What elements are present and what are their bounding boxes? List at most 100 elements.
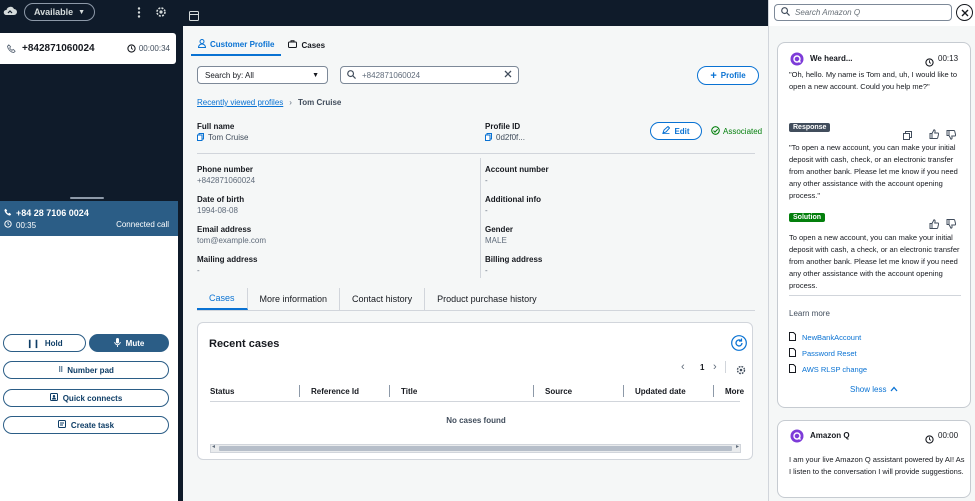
link-aws-rlsp-change[interactable]: AWS RLSP change <box>789 364 867 375</box>
show-less-button[interactable]: Show less <box>850 385 898 394</box>
search-icon <box>347 69 356 81</box>
incoming-call-card[interactable]: +842871060024 00:00:34 <box>0 33 176 64</box>
page-number[interactable]: 1 <box>700 363 704 372</box>
associated-label: Associated <box>723 127 763 136</box>
tab-customer-profile[interactable]: Customer Profile <box>191 34 282 56</box>
edit-button[interactable]: Edit <box>650 122 702 140</box>
tab-contact-history[interactable]: Contact history <box>340 288 426 310</box>
field-label: Account number <box>485 165 549 174</box>
create-task-button[interactable]: Create task <box>3 416 169 434</box>
amazon-q-search-input[interactable]: Search Amazon Q <box>774 4 952 21</box>
recent-cases-panel: Recent cases ‹ 1 › Status Reference Id T… <box>197 322 753 460</box>
column-header-source[interactable]: Source <box>545 387 572 396</box>
settings-icon[interactable] <box>736 362 746 380</box>
tab-label: Customer Profile <box>210 39 275 49</box>
link-label: AWS RLSP change <box>802 365 868 374</box>
mute-button[interactable]: Mute <box>89 334 169 352</box>
column-header-title[interactable]: Title <box>401 387 417 396</box>
breadcrumb-current: Tom Cruise <box>297 98 342 107</box>
column-header-updated-date[interactable]: Updated date <box>635 387 686 396</box>
additional-info-field: Additional info - <box>485 195 541 215</box>
column-resizer[interactable] <box>713 385 714 397</box>
edit-label: Edit <box>674 126 690 136</box>
tab-cases-detail[interactable]: Cases <box>197 288 248 310</box>
status-dropdown[interactable]: Available ▼ <box>24 3 95 21</box>
clear-icon[interactable] <box>504 70 512 80</box>
profile-id-value: 0d2f0f... <box>496 133 525 142</box>
column-resizer[interactable] <box>299 385 300 397</box>
number-pad-button[interactable]: ⠿ Number pad <box>3 361 169 379</box>
email-field: Email address tom@example.com <box>197 225 266 245</box>
tab-more-information[interactable]: More information <box>248 288 341 310</box>
add-profile-button[interactable]: + Profile <box>697 66 759 85</box>
column-header-status[interactable]: Status <box>210 387 234 396</box>
link-new-bank-account[interactable]: NewBankAccount <box>789 332 861 343</box>
ccp-top-area: Available ▼ +842871060024 00:00:34 <box>0 0 178 196</box>
tab-label: Cases <box>301 40 326 50</box>
link-password-reset[interactable]: Password Reset <box>789 348 857 359</box>
dob-field: Date of birth 1994-08-08 <box>197 195 244 215</box>
previous-page-icon[interactable]: ‹ <box>681 361 685 373</box>
tab-cases[interactable]: Cases <box>281 34 332 56</box>
search-placeholder: Search Amazon Q <box>795 8 861 17</box>
customer-profile-app: Customer Profile Cases Search by: All ▼ … <box>183 0 768 501</box>
copy-icon[interactable] <box>197 133 204 143</box>
field-label: Mailing address <box>197 255 258 264</box>
breadcrumb-link[interactable]: Recently viewed profiles <box>197 98 283 107</box>
search-by-dropdown[interactable]: Search by: All ▼ <box>197 66 328 84</box>
task-icon <box>57 420 66 430</box>
copy-icon[interactable] <box>485 133 492 143</box>
gear-icon[interactable] <box>155 6 167 18</box>
microphone-icon <box>113 337 121 349</box>
caret-down-icon: ▼ <box>312 71 319 79</box>
profile-id-field: Profile ID 0d2f0f... <box>485 122 525 143</box>
refresh-icon[interactable] <box>731 335 747 356</box>
column-resizer[interactable] <box>533 385 534 397</box>
email-value: tom@example.com <box>197 236 267 245</box>
field-label: Billing address <box>485 255 543 264</box>
mailing-address-value: - <box>197 266 200 275</box>
column-resizer[interactable] <box>389 385 390 397</box>
check-circle-icon <box>711 126 720 137</box>
phone-icon <box>4 208 12 218</box>
column-header-reference-id[interactable]: Reference Id <box>311 387 359 396</box>
contacts-icon <box>49 393 58 403</box>
field-label: Full name <box>197 122 235 131</box>
hold-button[interactable]: ❙❙ Hold <box>3 334 86 352</box>
more-vertical-icon[interactable] <box>137 7 141 18</box>
active-call-bar[interactable]: +84 28 7106 0024 00:35 Connected call <box>0 201 178 236</box>
column-resizer[interactable] <box>623 385 624 397</box>
amazon-q-intro-text: I am your live Amazon Q assistant powere… <box>789 455 965 476</box>
link-label: Password Reset <box>802 349 857 358</box>
recent-cases-title: Recent cases <box>209 338 280 350</box>
tab-product-purchase-history[interactable]: Product purchase history <box>425 288 549 310</box>
phone-value: +842871060024 <box>197 176 256 185</box>
header-divider <box>210 401 740 402</box>
field-label: Profile ID <box>485 122 521 131</box>
field-label: Gender <box>485 225 514 234</box>
scroll-left-icon[interactable]: ◂ <box>212 443 215 450</box>
scrollbar-thumb[interactable] <box>219 446 732 451</box>
sidebar-toggle-icon[interactable] <box>189 8 199 26</box>
account-field: Account number - <box>485 165 549 185</box>
ccp-topbar: Available ▼ <box>0 0 178 26</box>
horizontal-scrollbar[interactable]: ◂ ▸ <box>210 444 741 453</box>
amazon-q-time: 00:00 <box>938 431 959 440</box>
contact-control-panel: Available ▼ +842871060024 00:00:34 +84 2… <box>0 0 178 501</box>
chevron-down-icon: ▼ <box>78 8 86 16</box>
profile-search-input[interactable]: +842871060024 <box>340 66 519 84</box>
keypad-icon: ⠿ <box>58 367 63 374</box>
close-icon[interactable] <box>956 4 973 21</box>
next-page-icon[interactable]: › <box>713 361 717 373</box>
document-icon <box>789 348 796 359</box>
column-header-more[interactable]: More <box>725 387 744 396</box>
scroll-right-icon[interactable]: ▸ <box>736 443 739 450</box>
cloud-phone-icon[interactable] <box>3 6 17 18</box>
gender-value: MALE <box>485 236 507 245</box>
suggestion-card: We heard... 00:13 "Oh, hello. My name is… <box>777 42 971 408</box>
full-name-value: Tom Cruise <box>208 133 249 142</box>
divider <box>789 295 961 296</box>
amazon-q-title: Amazon Q <box>810 431 850 440</box>
field-label: Email address <box>197 225 252 234</box>
quick-connects-button[interactable]: Quick connects <box>3 389 169 407</box>
